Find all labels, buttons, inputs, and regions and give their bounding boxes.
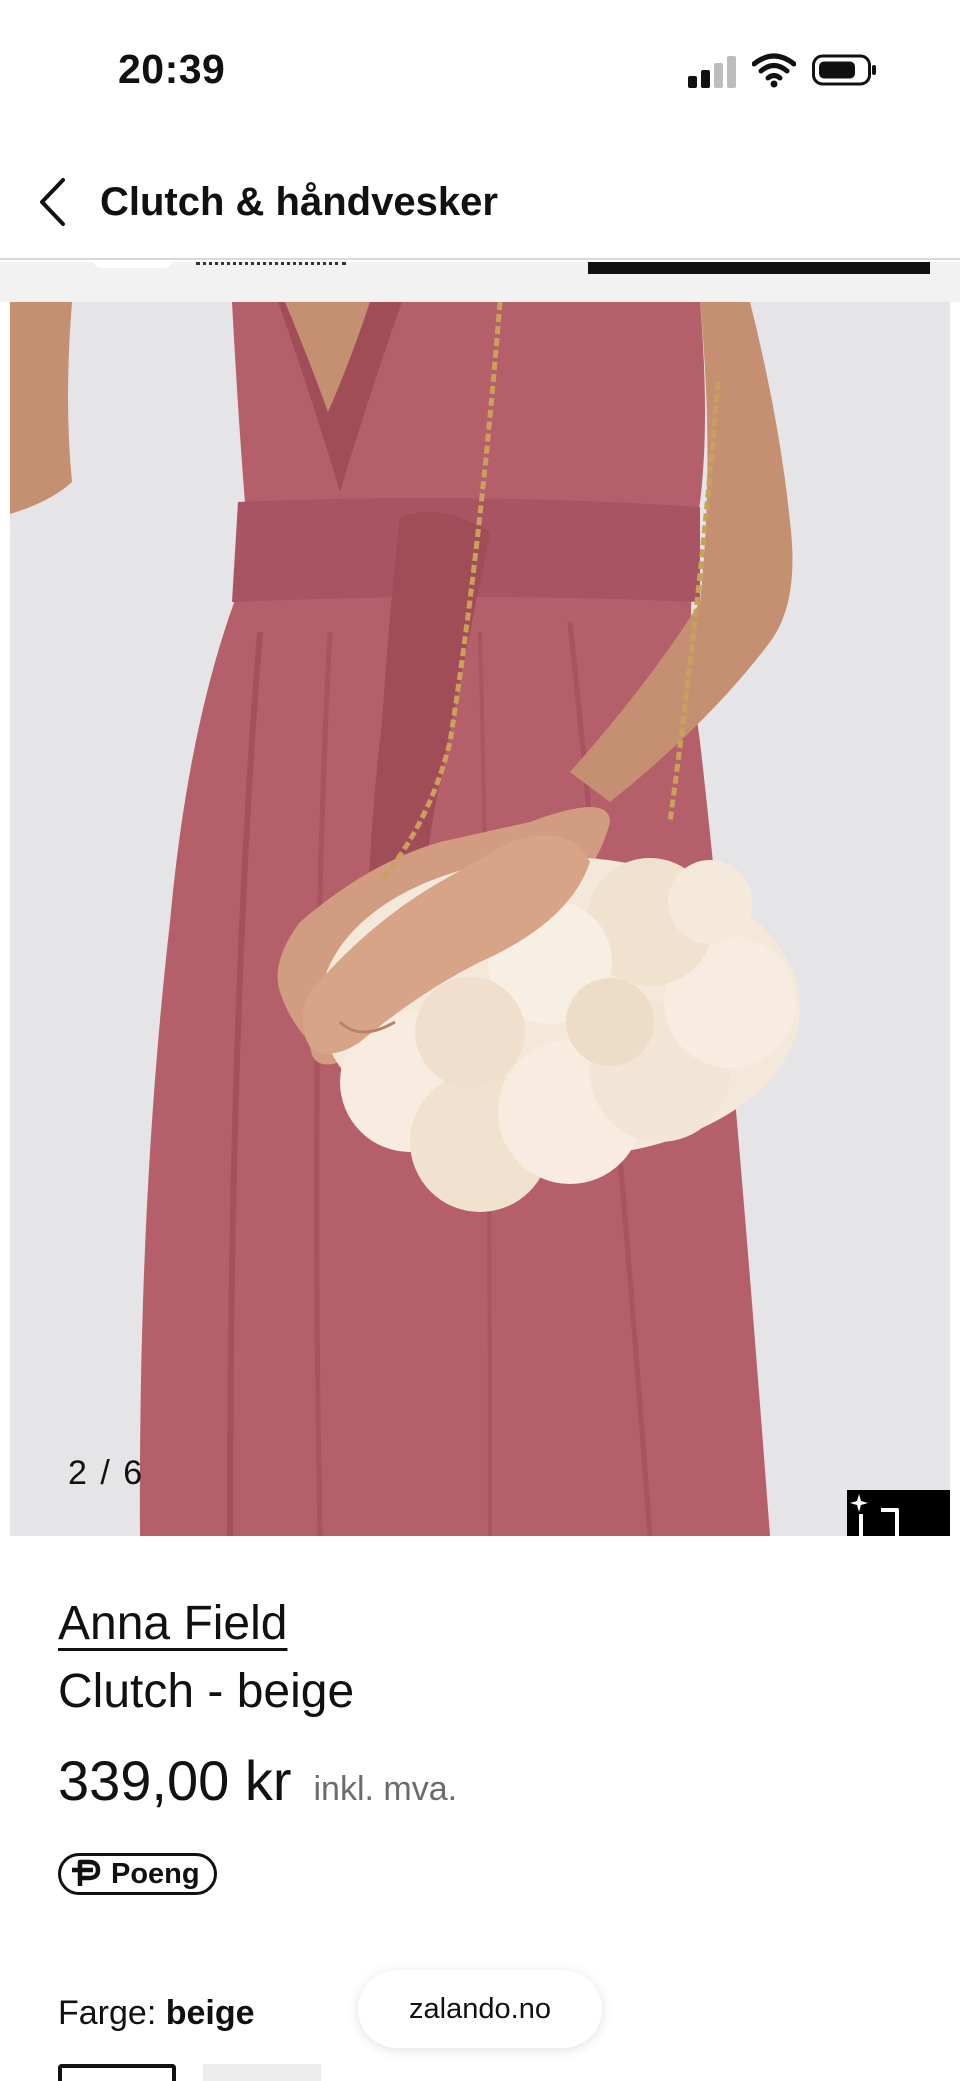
top-navigation-bar: Clutch & håndvesker [0, 140, 960, 260]
status-time: 20:39 [118, 46, 226, 92]
price-row: 339,00 kr inkl. mva. [58, 1748, 457, 1813]
points-p-icon [72, 1859, 101, 1886]
cellular-signal-icon [688, 54, 738, 88]
similar-items-sparkle-icon [850, 1494, 899, 1536]
color-label: Farge: [58, 1994, 157, 2032]
status-bar: 20:39 [0, 0, 960, 140]
color-selector-label: Farge: beige [58, 1994, 255, 2033]
battery-icon [812, 54, 876, 86]
scrolled-chip [92, 262, 174, 268]
color-swatch[interactable] [203, 2064, 321, 2081]
color-value: beige [165, 1994, 255, 2032]
points-label: Poeng [111, 1857, 200, 1890]
image-counter: 2 / 6 [68, 1454, 145, 1492]
color-swatch-selected[interactable] [58, 2064, 176, 2081]
points-badge[interactable]: Poeng [58, 1853, 217, 1895]
scrolled-button [588, 262, 930, 274]
page-title: Clutch & håndvesker [100, 180, 498, 224]
wifi-icon [752, 53, 796, 88]
product-image-gallery[interactable]: 2 / 6 [10, 302, 950, 1536]
browser-url-bar[interactable]: zalando.no [358, 1970, 602, 2048]
scrolled-content-strip [0, 262, 960, 302]
scrolled-rating [196, 262, 346, 268]
product-price: 339,00 kr [58, 1749, 292, 1812]
find-similar-button[interactable] [847, 1490, 950, 1536]
product-photo [10, 302, 950, 1536]
chevron-left-icon [40, 178, 65, 226]
product-name: Clutch - beige [58, 1665, 355, 1718]
brand-link[interactable]: Anna Field [58, 1596, 287, 1651]
vat-note: inkl. mva. [313, 1770, 458, 1808]
back-button[interactable] [30, 174, 74, 230]
